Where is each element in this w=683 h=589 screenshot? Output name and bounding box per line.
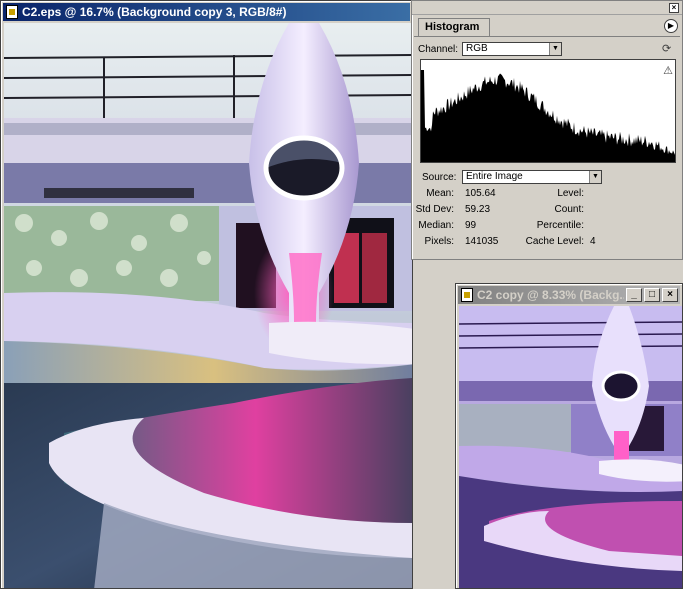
mean-label: Mean: [426,188,454,199]
source-label: Source: [422,172,457,183]
document-icon [6,5,18,19]
main-window-title: C2.eps @ 16.7% (Background copy 3, RGB/8… [22,5,287,19]
histogram-graph: ⚠ [420,59,676,163]
histogram-svg [421,70,675,162]
channel-select[interactable]: RGB ▼ [462,42,562,56]
copy-document-window[interactable]: C2 copy @ 8.33% (Backg... _ □ × [455,283,683,589]
percentile-label: Percentile: [536,220,584,231]
palette-close-icon[interactable]: × [669,3,679,13]
channel-label: Channel: [418,44,459,55]
median-value: 99 [465,220,477,231]
document-icon [461,288,473,302]
minimize-icon[interactable]: _ [626,288,642,302]
bar-photo-copy [459,306,682,588]
source-select[interactable]: Entire Image ▼ [462,170,602,184]
main-window-titlebar[interactable]: C2.eps @ 16.7% (Background copy 3, RGB/8… [3,3,410,21]
level-label: Level: [557,188,584,199]
count-label: Count: [554,204,584,215]
tab-histogram[interactable]: Histogram [418,18,490,36]
chevron-down-icon: ▼ [589,171,601,183]
median-label: Median: [418,220,454,231]
copy-window-title: C2 copy @ 8.33% (Backg... [477,288,624,302]
close-icon[interactable]: × [662,288,678,302]
cache-level-value: 4 [590,236,596,247]
chevron-down-icon: ▼ [549,43,561,55]
palette-header-bar[interactable]: × [412,1,682,15]
maximize-icon[interactable]: □ [644,288,660,302]
channel-value: RGB [466,43,488,54]
window-controls: _ □ × [624,288,680,302]
palette-menu-icon[interactable]: ▶ [664,19,678,33]
mean-value: 105.64 [465,188,496,199]
pixels-value: 141035 [465,236,499,247]
histogram-palette[interactable]: × Histogram ▶ Channel: RGB ▼ ⟳ ⚠ Source:… [411,0,683,260]
refresh-icon[interactable]: ⟳ [662,43,674,55]
std-dev-value: 59.23 [465,204,491,215]
main-document-window[interactable]: C2.eps @ 16.7% (Background copy 3, RGB/8… [0,0,413,589]
cache-level-label: Cache Level: [525,236,584,247]
copy-window-titlebar[interactable]: C2 copy @ 8.33% (Backg... _ □ × [458,286,680,304]
source-value: Entire Image [466,171,523,182]
bar-photo [4,23,412,588]
copy-image-canvas[interactable] [459,306,682,588]
histogram-curve [421,70,675,162]
warning-icon[interactable]: ⚠ [663,64,673,77]
main-image-canvas[interactable] [4,23,412,588]
pixels-label: Pixels: [424,236,454,247]
std-dev-label: Std Dev: [415,204,454,215]
histogram-body: Channel: RGB ▼ ⟳ ⚠ Source: Entire Image … [414,36,680,257]
